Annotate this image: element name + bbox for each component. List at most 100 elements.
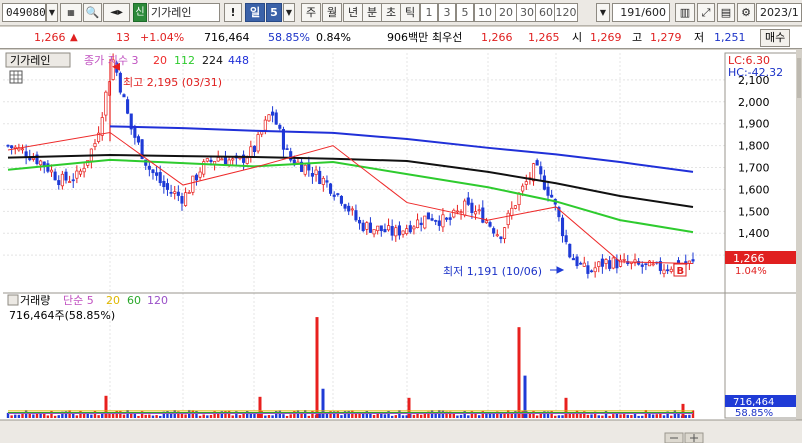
- interval-10-button[interactable]: 10: [474, 3, 496, 22]
- interval-20-button[interactable]: 20: [495, 3, 517, 22]
- stock-name-field[interactable]: 기가레인: [148, 3, 220, 22]
- candle-body: [542, 175, 546, 190]
- volume-legend-toggle[interactable]: [7, 294, 19, 306]
- candle-body: [376, 225, 380, 232]
- interval-120-button[interactable]: 120: [554, 3, 578, 22]
- gear-icon[interactable]: ⚙: [737, 3, 755, 22]
- ma-line-20: [7, 131, 694, 264]
- candle-body: [575, 256, 579, 267]
- volume-bar: [227, 410, 231, 418]
- price-legend-ma20: 20: [153, 54, 167, 67]
- candle-body: [365, 222, 369, 230]
- volume-bar: [662, 415, 666, 418]
- volume-bar: [655, 414, 658, 418]
- candle-body: [597, 261, 601, 267]
- period-dropdown-button[interactable]: ▼: [283, 3, 295, 22]
- volume-bar: [46, 415, 50, 418]
- candle-body: [455, 210, 459, 213]
- candle-body: [510, 207, 514, 216]
- stock-code-input[interactable]: 049080: [2, 3, 46, 22]
- volume-bar: [75, 415, 79, 418]
- period-second-tab[interactable]: 초: [381, 3, 401, 22]
- right-scrollbar[interactable]: [796, 50, 802, 443]
- candle-body: [122, 94, 126, 98]
- period-week-tab[interactable]: 주: [301, 3, 321, 22]
- volume-bar: [401, 415, 405, 418]
- search-icon[interactable]: 🔍: [83, 3, 102, 22]
- candle-body: [169, 191, 173, 194]
- candle-body: [354, 210, 358, 221]
- period-day-tab[interactable]: 일: [245, 3, 265, 22]
- indicator-icon[interactable]: ▥: [675, 3, 695, 22]
- interval-3-button[interactable]: 3: [438, 3, 456, 22]
- volume-bar: [557, 415, 561, 418]
- speaker-icon[interactable]: ◄▸: [103, 3, 130, 22]
- count-down-button[interactable]: ▼: [596, 3, 610, 22]
- period-value-field[interactable]: 5: [266, 3, 282, 22]
- candle-body: [550, 194, 554, 198]
- price-axis-labels: 2,1002,0001,9001,8001,7001,6001,5001,400…: [738, 74, 770, 262]
- bar-count-field[interactable]: 191/600: [612, 3, 670, 22]
- candle-body: [662, 269, 666, 274]
- code-tab-icon[interactable]: ▦: [60, 3, 82, 22]
- volume-bar: [184, 414, 187, 418]
- candle-body: [57, 180, 61, 186]
- candle-body: [53, 171, 57, 181]
- warning-button[interactable]: !: [224, 3, 242, 22]
- data-table-icon[interactable]: [9, 70, 23, 84]
- candle-body: [492, 228, 496, 234]
- volume-bar: [28, 413, 31, 418]
- period-tick-tab[interactable]: 틱: [400, 3, 420, 22]
- period-year-tab[interactable]: 년: [343, 3, 363, 22]
- interval-1-button[interactable]: 1: [420, 3, 438, 22]
- volume-bar: [387, 410, 390, 418]
- volume-bar: [14, 414, 17, 418]
- quote-bar: 1,266 ▲ 13 +1.04% 716,464 58.85% 0.84% 9…: [0, 27, 802, 49]
- new-listing-badge: 신: [133, 3, 147, 22]
- volume-bar: [195, 410, 198, 418]
- volume-bar: [53, 415, 57, 418]
- candle-body: [368, 222, 372, 233]
- interval-5-button[interactable]: 5: [456, 3, 474, 22]
- candle-body: [347, 205, 351, 212]
- chart-area[interactable]: 2,100 2,000 1,900 1,800 1,700 1,600 1,500 1,400…: [0, 50, 802, 443]
- volume-bar: [351, 410, 354, 418]
- volume-bar: [238, 415, 242, 418]
- volume-bar: [459, 414, 463, 418]
- volume-bar: [285, 415, 289, 418]
- candle-body: [444, 217, 449, 220]
- candle-body: [669, 268, 673, 272]
- right-scrollbar-thumb[interactable]: [797, 58, 801, 98]
- price-legend-ma-label: 종가 지수 3: [84, 54, 138, 67]
- volume-bar: [231, 415, 234, 418]
- code-dropdown-button[interactable]: ▼: [46, 3, 58, 22]
- candle-body: [307, 163, 311, 171]
- start-date-field[interactable]: 2023/1: [756, 3, 802, 22]
- trend-tool-icon[interactable]: ⤢: [697, 3, 715, 22]
- volume-bar: [575, 410, 579, 418]
- volume-spike-bar: [315, 317, 319, 418]
- volume-bar: [601, 415, 604, 418]
- candle-body: [622, 259, 626, 261]
- candle-body: [517, 193, 521, 205]
- period-minute-tab[interactable]: 분: [362, 3, 382, 22]
- price-axis-tick: 1,900: [738, 118, 770, 131]
- chart-canvas[interactable]: 2,1002,0001,9001,8001,7001,6001,5001,400…: [0, 50, 802, 443]
- price-axis-tick: 1,600: [738, 183, 770, 196]
- candle-body: [524, 181, 528, 185]
- candle-body: [586, 265, 590, 274]
- volume-bar: [637, 415, 640, 418]
- volume-bar: [151, 415, 155, 418]
- volume-bar: [206, 415, 209, 418]
- volume-bar: [619, 414, 622, 418]
- candle-body: [194, 174, 199, 181]
- period-month-tab[interactable]: 월: [322, 3, 342, 22]
- candle-body: [155, 172, 159, 176]
- volume-legend-ma-label: 단순 5: [63, 294, 94, 307]
- volume-bar: [144, 414, 147, 418]
- save-icon[interactable]: ▤: [717, 3, 735, 22]
- candle-body: [263, 119, 267, 131]
- price-legend-ma448: 448: [228, 54, 249, 67]
- buy-button[interactable]: 매수: [760, 29, 791, 47]
- price-axis-tick: 1,800: [738, 140, 770, 153]
